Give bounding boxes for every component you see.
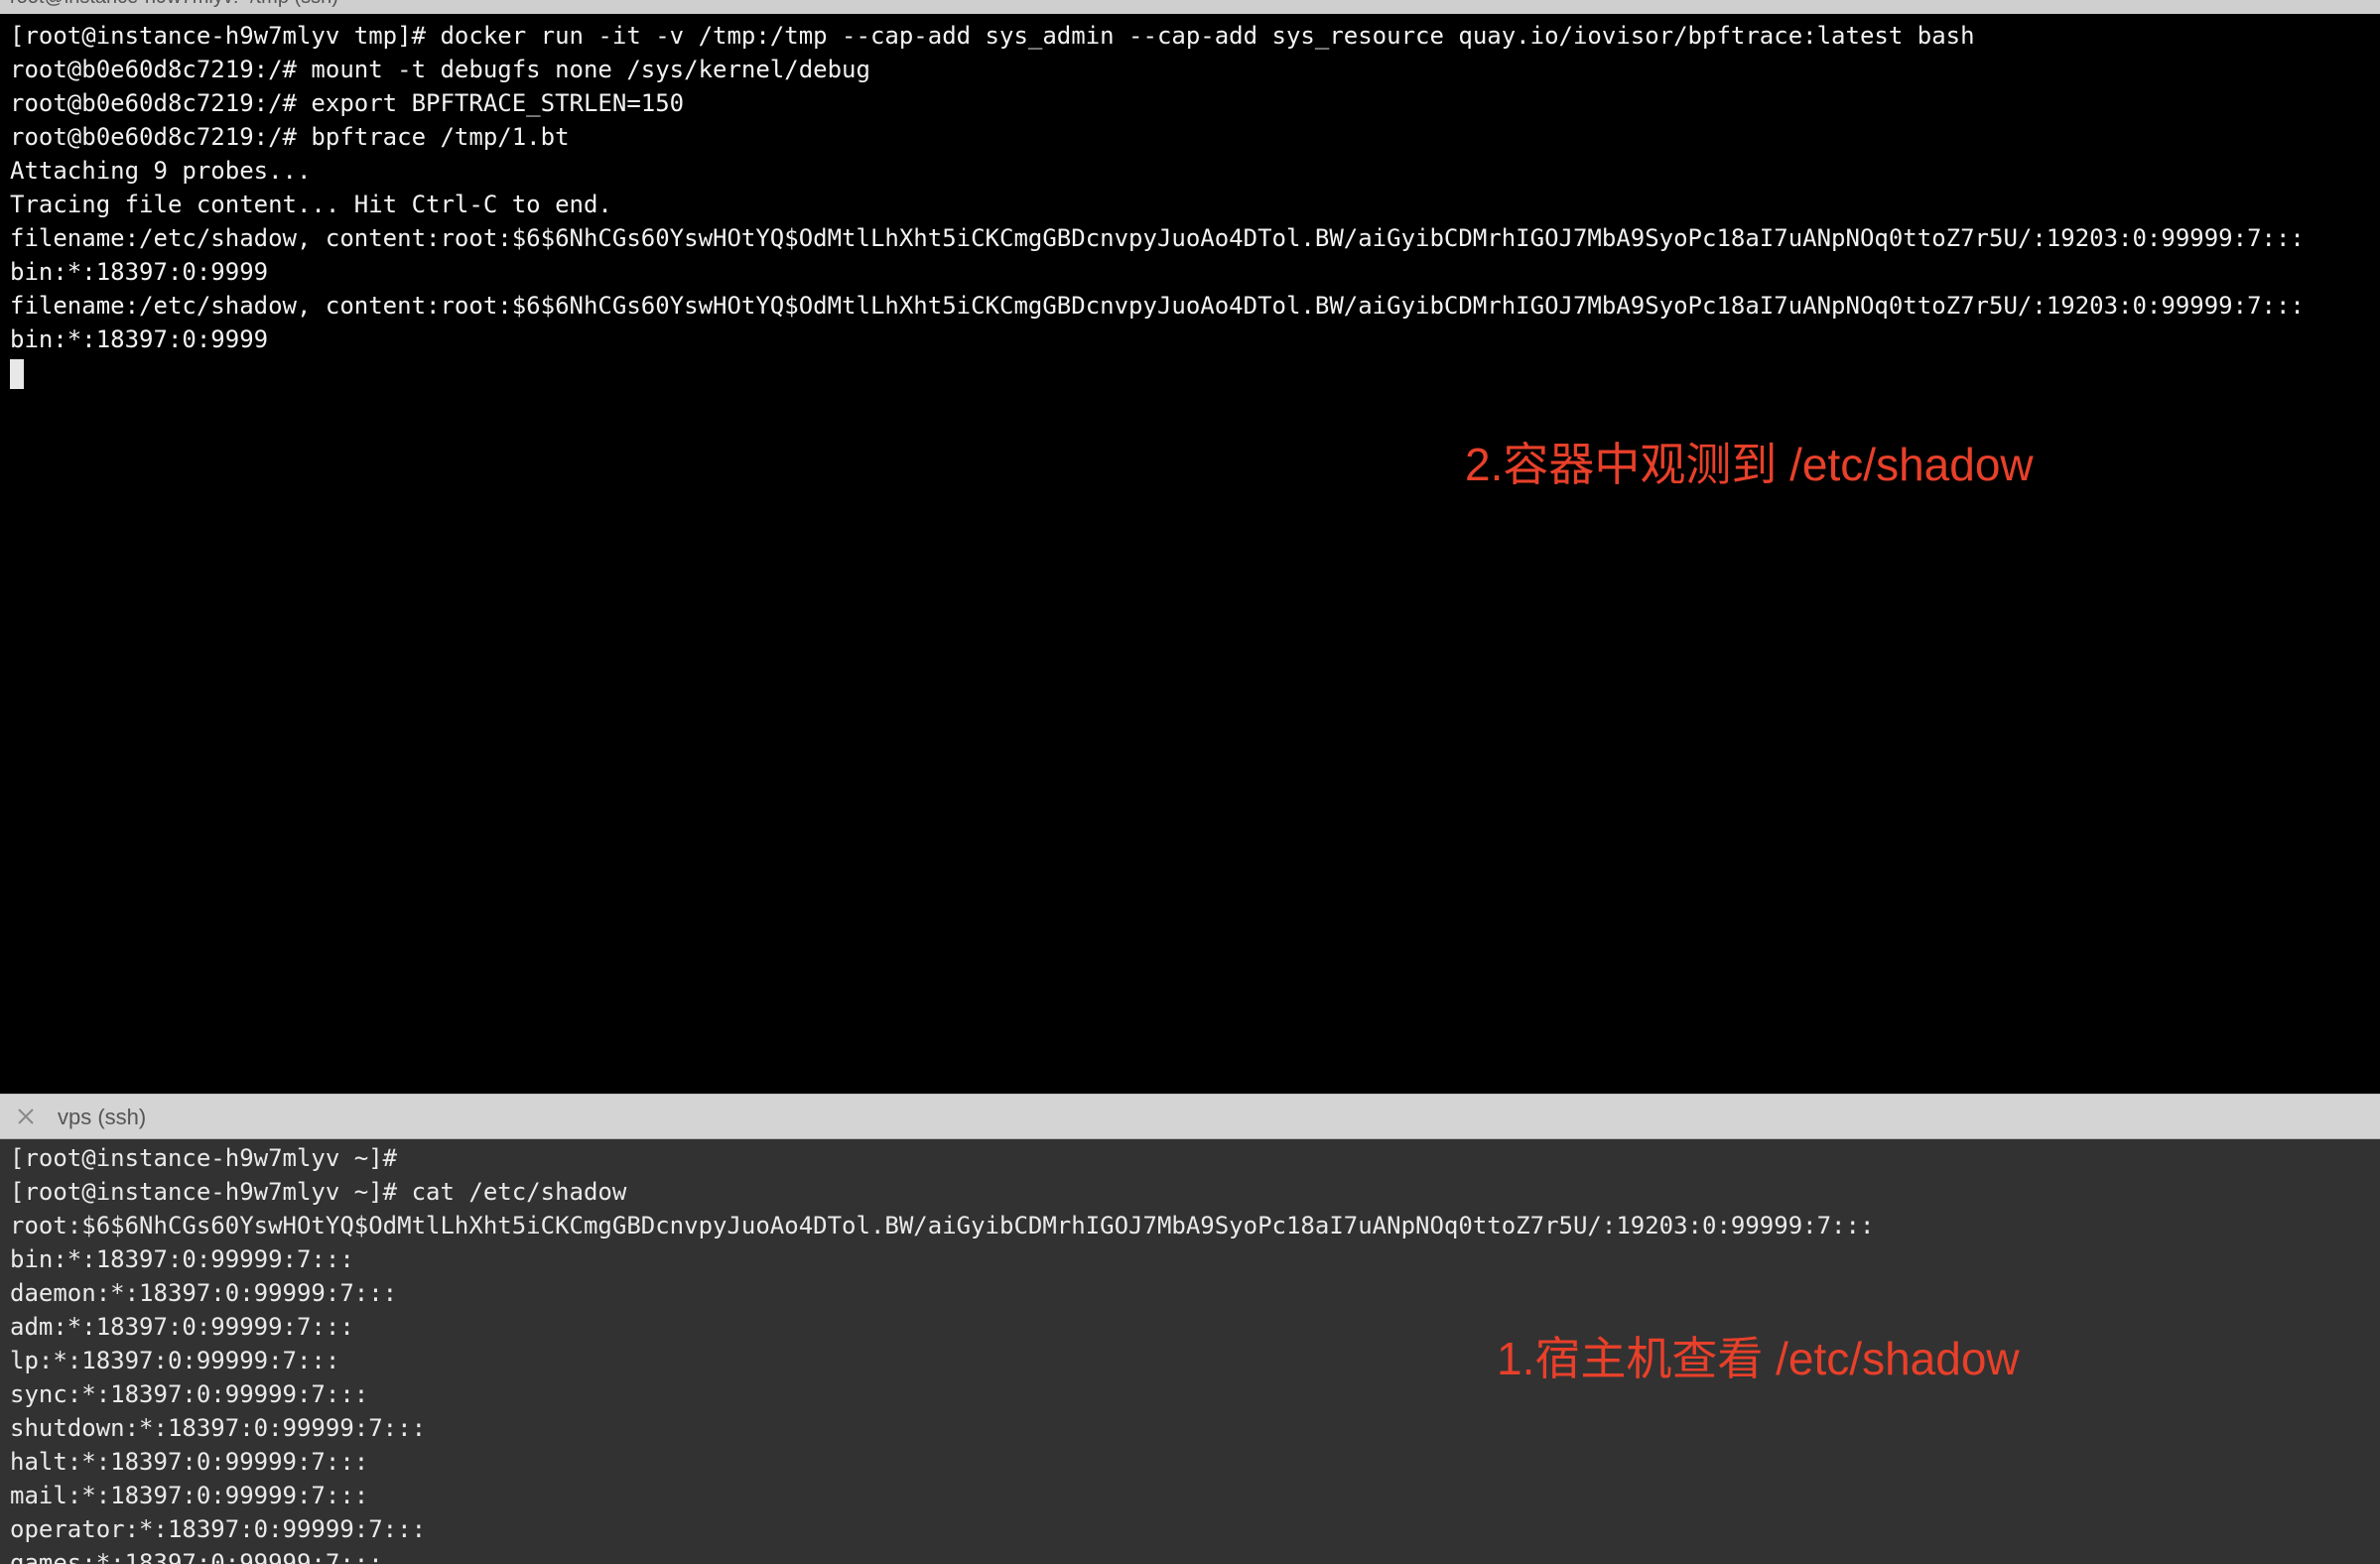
terminal-prompt-line[interactable] [10,356,2305,390]
terminal-line: root:$6$6NhCGs60YswHOtYQ$OdMtlLhXht5iCKC… [10,1212,1875,1239]
terminal-output[interactable]: [root@instance-h9w7mlyv tmp]# docker run… [10,19,2305,390]
terminal-line: root@b0e60d8c7219:/# mount -t debugfs no… [10,56,870,83]
window-title-text: root@instance-h9w7mlyv:~/tmp (ssh) [10,0,338,9]
terminal-line: filename:/etc/shadow, content:root:$6$6N… [10,292,2305,320]
terminal-cursor [10,359,24,389]
terminal-line: root@b0e60d8c7219:/# bpftrace /tmp/1.bt [10,123,570,151]
terminal-line: games:*:18397:0:99999:7::: [10,1549,383,1564]
terminal-line: Attaching 9 probes... [10,157,312,185]
terminal-line: shutdown:*:18397:0:99999:7::: [10,1414,427,1442]
terminal-line: [root@instance-h9w7mlyv tmp]# docker run… [10,22,1975,50]
terminal-line: halt:*:18397:0:99999:7::: [10,1448,369,1476]
terminal-line: filename:/etc/shadow, content:root:$6$6N… [10,224,2305,252]
annotation-host-view: 1.宿主机查看 /etc/shadow [1497,1333,2020,1384]
window-title-strip: root@instance-h9w7mlyv:~/tmp (ssh) [0,0,2380,14]
terminal-line: Tracing file content... Hit Ctrl-C to en… [10,191,612,218]
terminal-line: operator:*:18397:0:99999:7::: [10,1515,427,1543]
terminal-line: daemon:*:18397:0:99999:7::: [10,1279,398,1307]
terminal-line: bin:*:18397:0:9999 [10,326,269,353]
terminal-line: mail:*:18397:0:99999:7::: [10,1482,369,1509]
terminal-line: root@b0e60d8c7219:/# export BPFTRACE_STR… [10,89,685,117]
terminal-line: [root@instance-h9w7mlyv ~]# [10,1144,398,1172]
terminal-line: bin:*:18397:0:99999:7::: [10,1245,354,1273]
terminal-line: bin:*:18397:0:9999 [10,258,269,286]
terminal-pane-host[interactable]: [root@instance-h9w7mlyv ~]# [root@instanc… [0,1139,2380,1564]
terminal-line: [root@instance-h9w7mlyv ~]# cat /etc/sha… [10,1178,627,1206]
annotation-container-observed: 2.容器中观测到 /etc/shadow [1465,439,2034,490]
terminal-pane-container[interactable]: [root@instance-h9w7mlyv tmp]# docker run… [0,14,2380,1094]
close-icon[interactable] [14,1105,38,1128]
tab-title[interactable]: vps (ssh) [58,1105,146,1130]
terminal-tab-bar: vps (ssh) [0,1094,2380,1139]
